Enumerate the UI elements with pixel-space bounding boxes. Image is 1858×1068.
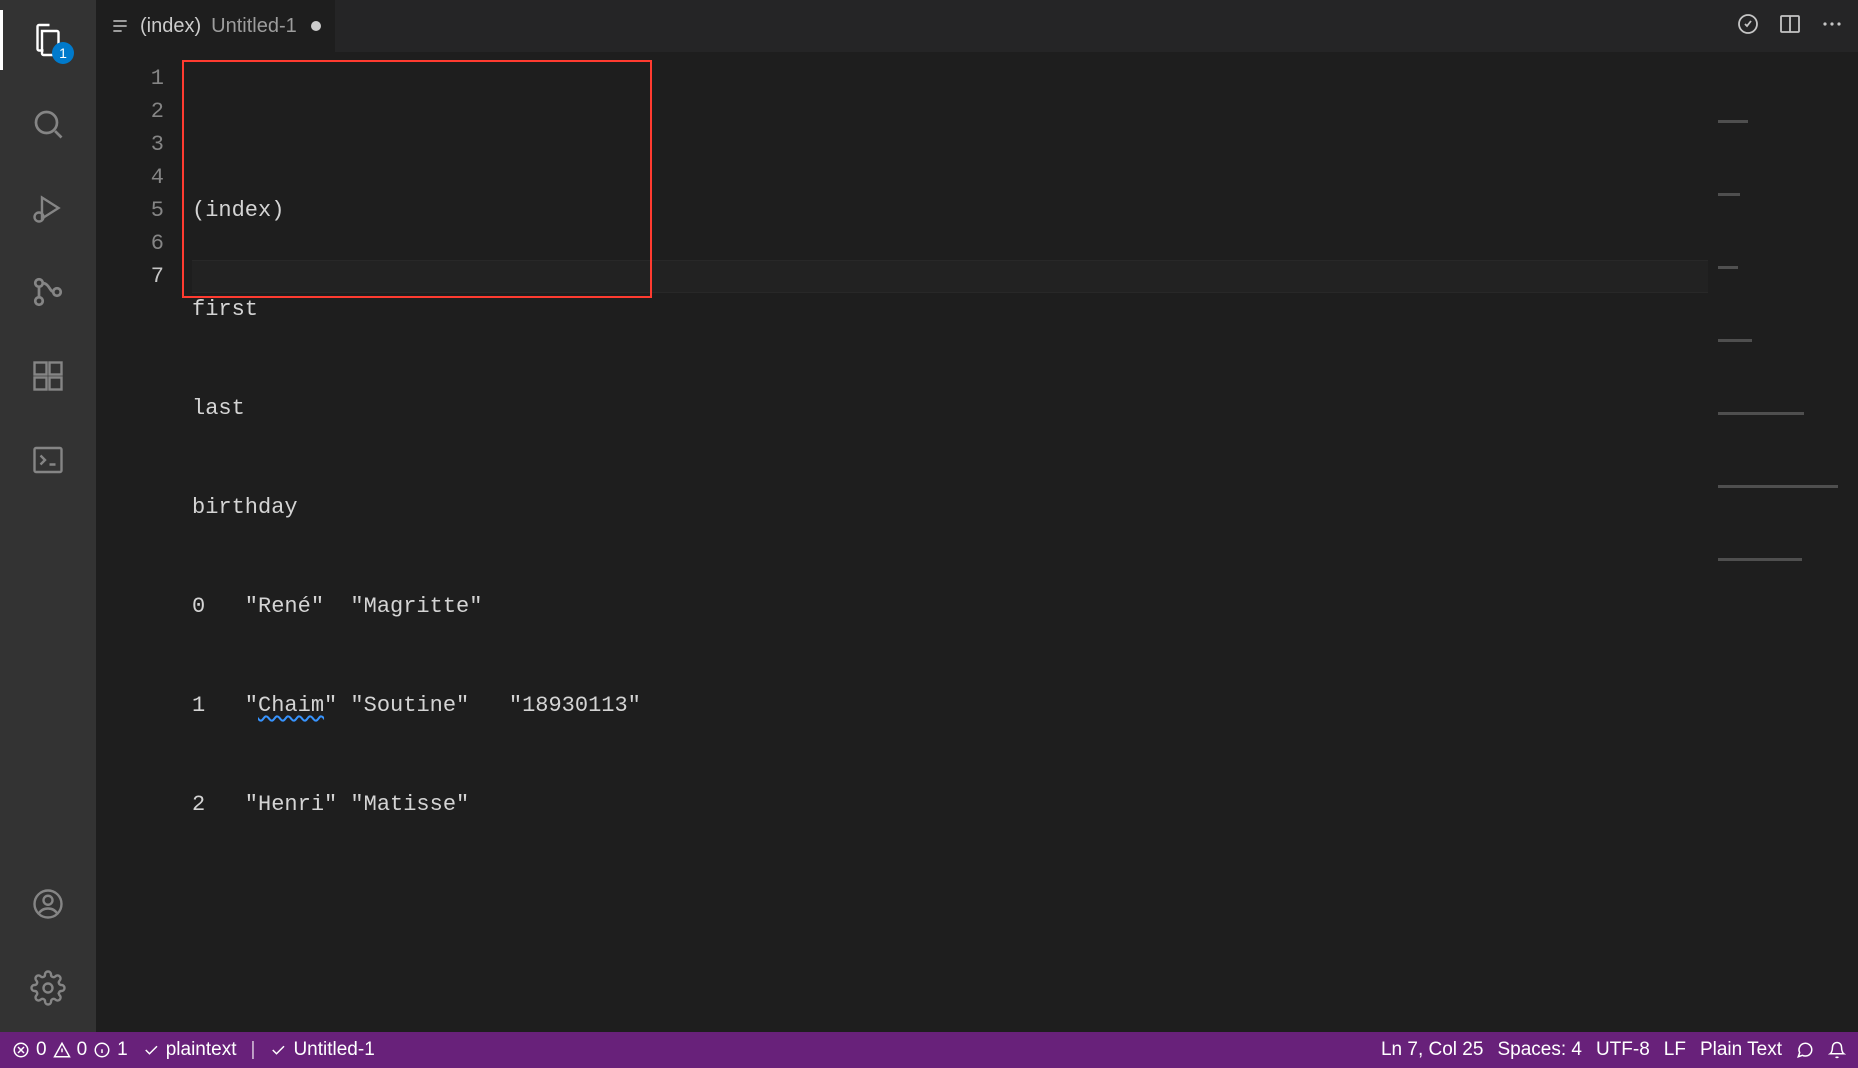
code-line: first <box>192 293 1858 326</box>
accounts-icon[interactable] <box>18 874 78 934</box>
code-line: 2 "Henri" "Matisse" <box>192 788 1858 821</box>
run-debug-icon[interactable] <box>18 178 78 238</box>
status-language-mode[interactable]: Plain Text <box>1700 1039 1782 1061</box>
status-separator: | <box>251 1039 256 1061</box>
status-problems[interactable]: 0 0 1 <box>12 1039 128 1061</box>
status-check1-label: plaintext <box>166 1039 237 1061</box>
code-line: last <box>192 392 1858 425</box>
split-editor-icon[interactable] <box>1778 12 1802 41</box>
tab-title: (index) <box>140 15 201 38</box>
line-number-gutter: 1 2 3 4 5 6 7 <box>96 52 192 1032</box>
line-number: 5 <box>96 194 164 227</box>
spell-squiggle: Chaim <box>258 693 324 718</box>
tab-bar: (index) Untitled-1 <box>96 0 1858 52</box>
status-cursor-position[interactable]: Ln 7, Col 25 <box>1381 1039 1483 1061</box>
main-area: 1 <box>0 0 1858 1032</box>
tab-dirty-indicator-icon <box>311 21 321 31</box>
code-line: 0 "René" "Magritte" <box>192 590 1858 623</box>
activity-bar: 1 <box>0 0 96 1032</box>
settings-gear-icon[interactable] <box>18 958 78 1018</box>
line-number: 4 <box>96 161 164 194</box>
app-root: 1 <box>0 0 1858 1068</box>
explorer-icon[interactable]: 1 <box>18 10 78 70</box>
line-number: 6 <box>96 227 164 260</box>
line-number: 1 <box>96 62 164 95</box>
editor-area: (index) Untitled-1 <box>96 0 1858 1032</box>
line-number: 7 <box>96 260 164 293</box>
code-line: birthday <box>192 491 1858 524</box>
status-check-file[interactable]: Untitled-1 <box>269 1039 374 1061</box>
source-control-icon[interactable] <box>18 262 78 322</box>
file-lines-icon <box>110 16 130 36</box>
editor-body[interactable]: 1 2 3 4 5 6 7 (index) first last birthda… <box>96 52 1858 1032</box>
problems-info: 1 <box>117 1039 128 1061</box>
terminal-icon[interactable] <box>18 430 78 490</box>
current-line-highlight <box>192 260 1858 293</box>
search-icon[interactable] <box>18 94 78 154</box>
code-line: (index) <box>192 194 1858 227</box>
status-bar: 0 0 1 plaintext | Untitled-1 Ln 7, Col 2… <box>0 1032 1858 1068</box>
extensions-icon[interactable] <box>18 346 78 406</box>
status-indentation[interactable]: Spaces: 4 <box>1497 1039 1582 1061</box>
problems-warnings: 0 <box>77 1039 88 1061</box>
status-check-plaintext[interactable]: plaintext <box>142 1039 237 1061</box>
annotation-box <box>182 60 652 298</box>
code-line: 1 "Chaim" "Soutine" "18930113" <box>192 689 1858 722</box>
tab-active[interactable]: (index) Untitled-1 <box>96 0 336 52</box>
line-number: 3 <box>96 128 164 161</box>
status-check2-label: Untitled-1 <box>293 1039 374 1061</box>
status-eol[interactable]: LF <box>1664 1039 1686 1061</box>
status-feedback-icon[interactable] <box>1796 1041 1814 1059</box>
code-view[interactable]: (index) first last birthday 0 "René" "Ma… <box>192 52 1858 1032</box>
status-notifications-icon[interactable] <box>1828 1041 1846 1059</box>
tab-actions <box>1722 0 1858 52</box>
minimap[interactable] <box>1708 52 1858 1032</box>
line-number: 2 <box>96 95 164 128</box>
more-actions-icon[interactable] <box>1820 12 1844 41</box>
explorer-badge: 1 <box>52 42 74 64</box>
status-encoding[interactable]: UTF-8 <box>1596 1039 1650 1061</box>
tab-subtitle: Untitled-1 <box>211 15 297 38</box>
compare-changes-icon[interactable] <box>1736 12 1760 41</box>
problems-errors: 0 <box>36 1039 47 1061</box>
